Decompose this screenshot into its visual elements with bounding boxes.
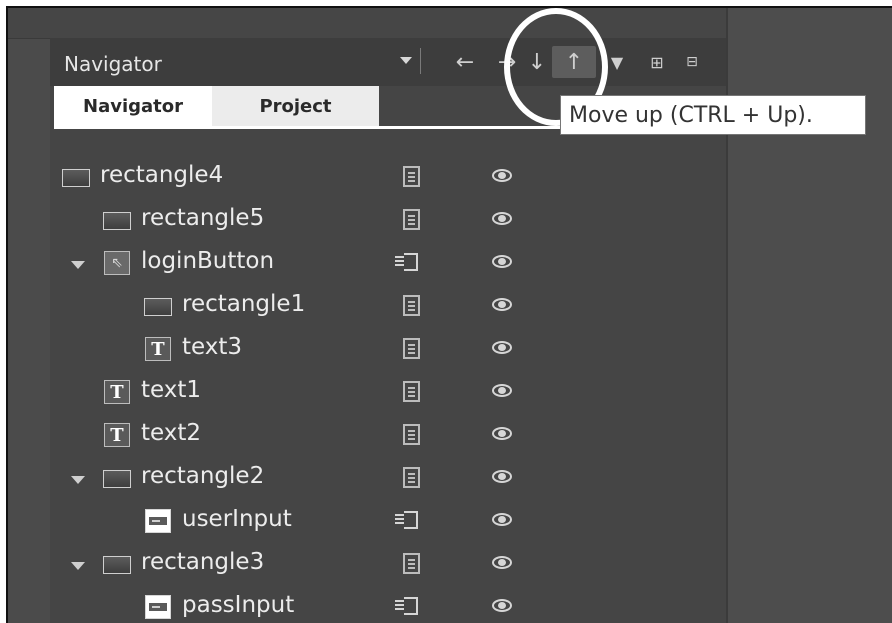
tree-row-label: rectangle1 bbox=[182, 291, 306, 317]
textinput-icon bbox=[145, 595, 171, 619]
eye-icon[interactable] bbox=[492, 599, 512, 612]
tree-row-text3[interactable]: T text3 bbox=[50, 328, 726, 371]
text-icon: T bbox=[104, 423, 130, 447]
tree-row-passinput[interactable]: passInput bbox=[50, 586, 726, 623]
rectangle-icon bbox=[144, 298, 172, 316]
eye-icon[interactable] bbox=[492, 556, 512, 569]
tree-row-rectangle5[interactable]: rectangle5 bbox=[50, 199, 726, 242]
panel-title[interactable]: Navigator bbox=[64, 52, 162, 76]
tree-row-rectangle2[interactable]: rectangle2 bbox=[50, 457, 726, 500]
rectangle-icon bbox=[62, 169, 90, 187]
eye-icon[interactable] bbox=[492, 470, 512, 483]
chevron-down-icon[interactable] bbox=[400, 57, 412, 64]
script-icon[interactable] bbox=[395, 594, 421, 618]
script-icon[interactable] bbox=[395, 250, 421, 274]
add-column-icon: ⊞ bbox=[650, 52, 664, 72]
text-icon: T bbox=[104, 380, 130, 404]
eye-icon[interactable] bbox=[492, 212, 512, 225]
expand-arrow-icon[interactable] bbox=[71, 261, 85, 269]
eye-icon[interactable] bbox=[492, 513, 512, 526]
tree-row-rectangle4[interactable]: rectangle4 bbox=[50, 156, 726, 199]
arrow-left-icon: ← bbox=[455, 49, 475, 75]
tree-row-label: rectangle5 bbox=[141, 205, 265, 231]
tree-row-label: loginButton bbox=[141, 248, 275, 274]
panel-header: Navigator ← → ↓ ↑ ▼ ⊞ ⊟ bbox=[50, 38, 726, 86]
eye-icon[interactable] bbox=[492, 255, 512, 268]
document-icon[interactable] bbox=[403, 467, 420, 488]
document-icon[interactable] bbox=[403, 424, 420, 445]
eye-icon[interactable] bbox=[492, 169, 512, 182]
script-icon[interactable] bbox=[395, 508, 421, 532]
tooltip: Move up (CTRL + Up). bbox=[560, 95, 866, 135]
tree-row-label: text1 bbox=[141, 377, 202, 403]
eye-icon[interactable] bbox=[492, 384, 512, 397]
tree-row-userinput[interactable]: userInput bbox=[50, 500, 726, 543]
eye-icon[interactable] bbox=[492, 341, 512, 354]
tab-bar: Navigator Project bbox=[54, 86, 379, 126]
tree-row-label: userInput bbox=[182, 506, 292, 532]
document-icon[interactable] bbox=[403, 338, 420, 359]
document-icon[interactable] bbox=[403, 553, 420, 574]
collapse-button[interactable]: ⊟ bbox=[678, 46, 706, 78]
document-icon[interactable] bbox=[403, 209, 420, 230]
tab-underline bbox=[54, 126, 614, 129]
move-left-button[interactable]: ← bbox=[448, 46, 482, 78]
document-icon[interactable] bbox=[403, 295, 420, 316]
text-icon: T bbox=[145, 337, 171, 361]
collapse-icon: ⊟ bbox=[686, 54, 698, 70]
tree-row-label: rectangle3 bbox=[141, 549, 265, 575]
rectangle-icon bbox=[103, 212, 131, 230]
document-icon[interactable] bbox=[403, 166, 420, 187]
button-icon: ⇖ bbox=[104, 251, 130, 275]
eye-icon[interactable] bbox=[492, 298, 512, 311]
rectangle-icon bbox=[103, 470, 131, 488]
toolbar-separator bbox=[420, 48, 421, 74]
filter-icon: ▼ bbox=[610, 52, 624, 72]
tree-row-rectangle1[interactable]: rectangle1 bbox=[50, 285, 726, 328]
expand-arrow-icon[interactable] bbox=[71, 476, 85, 484]
add-column-button[interactable]: ⊞ bbox=[640, 46, 674, 78]
tree-row-loginbutton[interactable]: ⇖ loginButton bbox=[50, 242, 726, 285]
tree-row-text1[interactable]: T text1 bbox=[50, 371, 726, 414]
top-strip bbox=[8, 8, 728, 39]
tree-row-label: passInput bbox=[182, 592, 295, 618]
tree-row-label: text2 bbox=[141, 420, 202, 446]
tree-row-rectangle3[interactable]: rectangle3 bbox=[50, 543, 726, 586]
textinput-icon bbox=[145, 509, 171, 533]
tab-navigator[interactable]: Navigator bbox=[54, 86, 212, 126]
rectangle-icon bbox=[103, 556, 131, 574]
tab-project[interactable]: Project bbox=[212, 86, 379, 126]
tree-row-label: rectangle2 bbox=[141, 463, 265, 489]
document-icon[interactable] bbox=[403, 381, 420, 402]
tree-row-label: rectangle4 bbox=[100, 162, 224, 188]
tree-row-text2[interactable]: T text2 bbox=[50, 414, 726, 457]
eye-icon[interactable] bbox=[492, 427, 512, 440]
expand-arrow-icon[interactable] bbox=[71, 562, 85, 570]
tree-row-label: text3 bbox=[182, 334, 243, 360]
